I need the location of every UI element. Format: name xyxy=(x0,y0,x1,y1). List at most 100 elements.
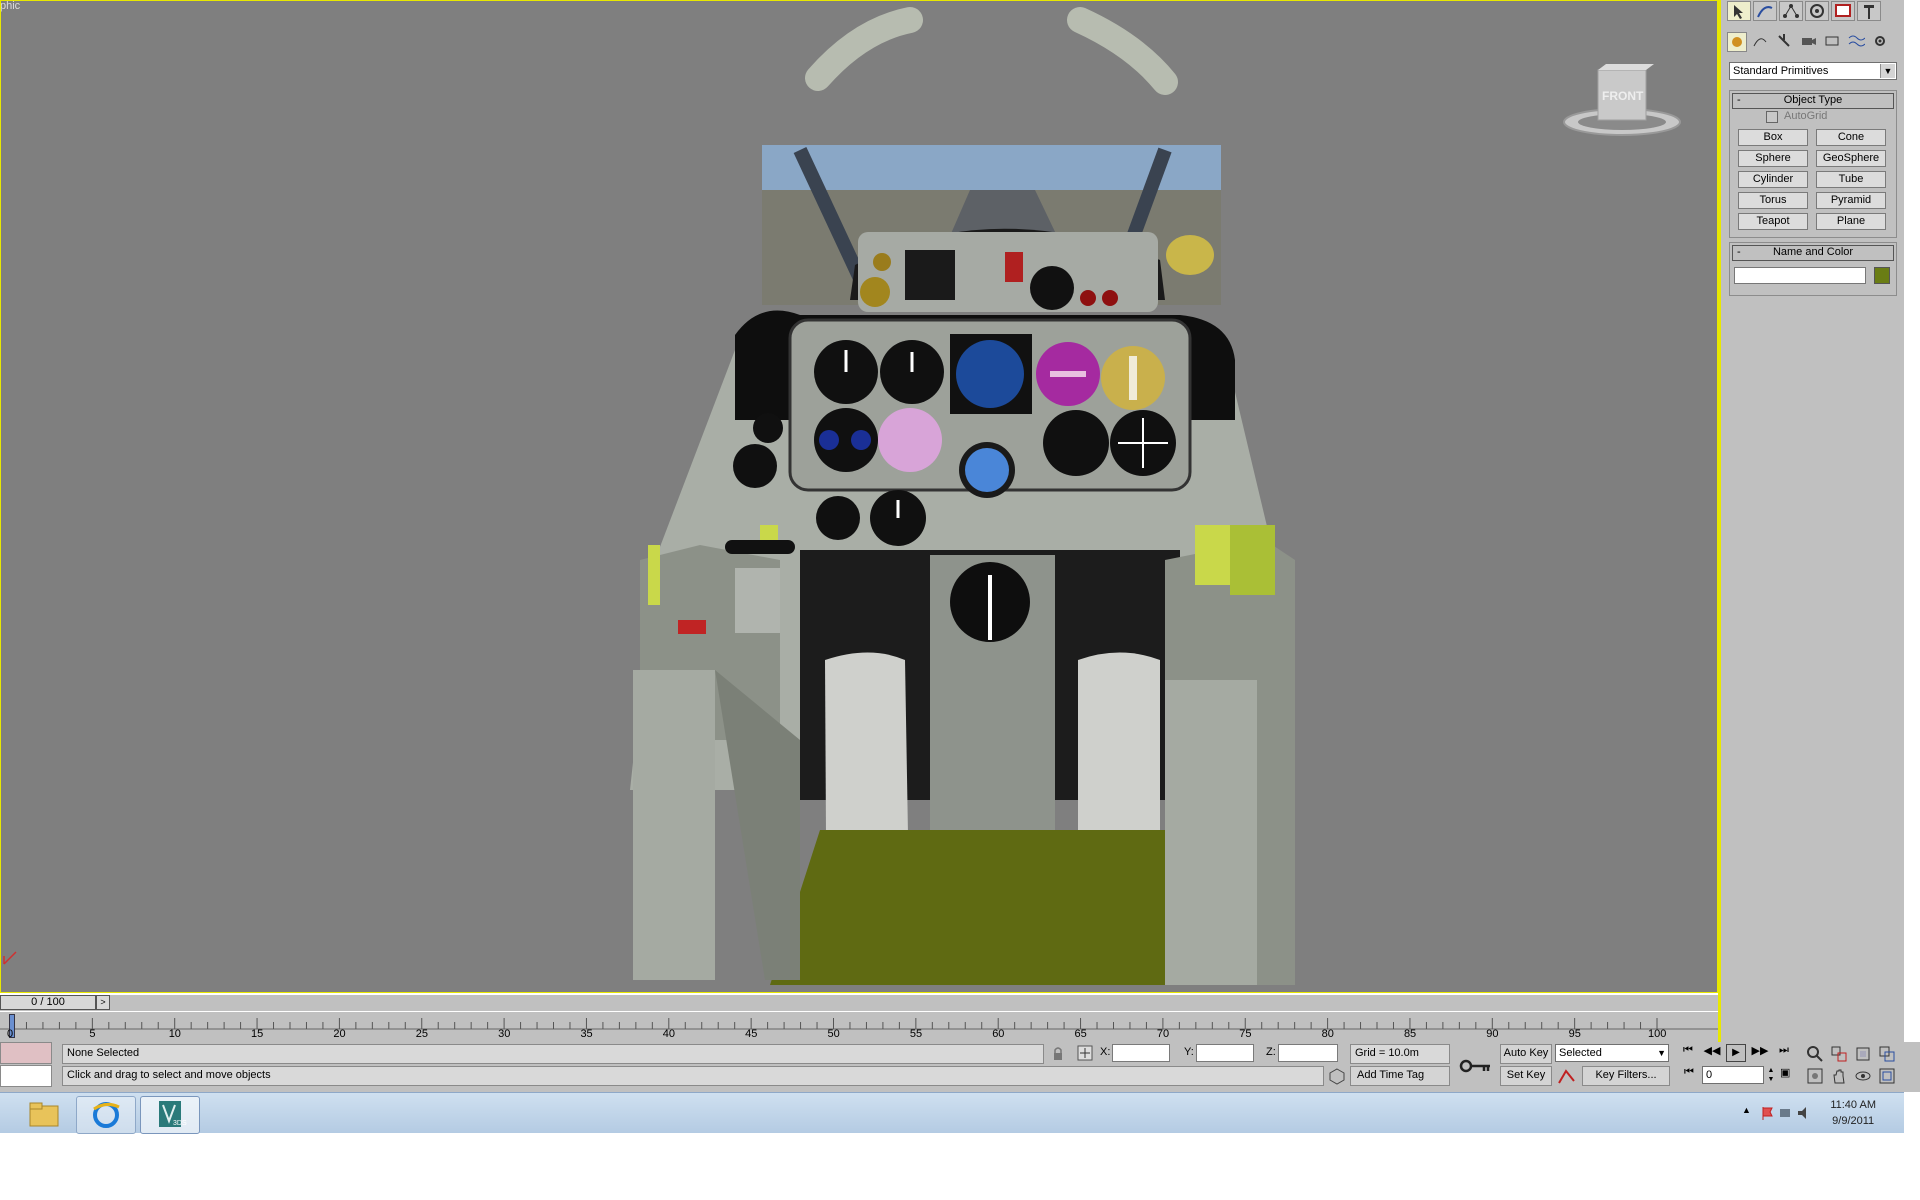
key-filters-button[interactable]: Key Filters... xyxy=(1582,1066,1670,1086)
clock-time: 11:40 AM xyxy=(1830,1099,1876,1111)
add-time-tag-button[interactable]: Add Time Tag xyxy=(1350,1066,1450,1086)
modify-curve-icon xyxy=(1757,6,1773,18)
key-selection-dropdown[interactable]: Selected ▼ xyxy=(1555,1044,1669,1062)
display-tab[interactable] xyxy=(1831,1,1855,21)
default-in-out-tangents-icon[interactable] xyxy=(1557,1067,1577,1085)
volume-speaker-icon[interactable] xyxy=(1796,1105,1812,1121)
name-and-color-rollout: - Name and Color xyxy=(1729,242,1897,296)
play-button[interactable]: ▶ xyxy=(1726,1044,1746,1062)
systems-gear-icon[interactable] xyxy=(1871,32,1891,52)
cameras-icon[interactable] xyxy=(1799,32,1819,52)
orbit-icon[interactable] xyxy=(1854,1067,1872,1085)
zoom-extents-all-icon[interactable] xyxy=(1878,1045,1896,1063)
autogrid-checkbox[interactable] xyxy=(1766,111,1778,123)
network-icon[interactable] xyxy=(1778,1105,1794,1121)
motion-icon xyxy=(1810,4,1824,18)
frame-tick-label: 95 xyxy=(1568,1028,1581,1040)
z-coordinate-label: Z: xyxy=(1266,1046,1276,1058)
primitive-category-value: Standard Primitives xyxy=(1733,65,1829,77)
create-tab[interactable] xyxy=(1727,1,1751,21)
create-subcategory-bar xyxy=(1727,30,1899,54)
object-type-title: Object Type xyxy=(1783,94,1843,106)
grid-size-display: Grid = 10.0m xyxy=(1350,1044,1450,1064)
taskbar-explorer-button[interactable] xyxy=(14,1096,72,1132)
next-frame-arrow-icon[interactable]: > xyxy=(96,995,110,1010)
lights-icon[interactable] xyxy=(1775,32,1795,52)
axis-tripod-icon xyxy=(3,951,17,965)
space-warps-icon[interactable] xyxy=(1847,32,1867,52)
object-type-rollout: - Object Type AutoGrid Box Cone Sphere G… xyxy=(1729,90,1897,238)
zoom-magnifier-icon[interactable] xyxy=(1806,1045,1824,1063)
hierarchy-tab[interactable] xyxy=(1779,1,1803,21)
show-hidden-icons-arrow-icon[interactable]: ▲ xyxy=(1742,1105,1751,1115)
maximize-viewport-icon[interactable] xyxy=(1878,1067,1896,1085)
frame-tick-label: 40 xyxy=(662,1028,676,1040)
current-frame-field[interactable]: 0 xyxy=(1702,1066,1764,1084)
sphere-button[interactable]: Sphere xyxy=(1738,150,1808,167)
helpers-icon[interactable] xyxy=(1823,32,1843,52)
taskbar-clock[interactable]: 11:40 AM 9/9/2011 xyxy=(1830,1097,1876,1129)
cone-button[interactable]: Cone xyxy=(1816,129,1886,146)
zoom-all-icon[interactable] xyxy=(1830,1045,1848,1063)
time-slider-track[interactable] xyxy=(0,995,1718,1011)
plane-button[interactable]: Plane xyxy=(1816,213,1886,230)
teapot-button[interactable]: Teapot xyxy=(1738,213,1808,230)
zoom-extents-icon[interactable] xyxy=(1854,1045,1872,1063)
motion-tab[interactable] xyxy=(1805,1,1829,21)
cursor-arrow-icon xyxy=(1734,5,1743,19)
time-tag-icon[interactable] xyxy=(1328,1067,1346,1085)
maxscript-listener-mini[interactable] xyxy=(0,1042,52,1064)
maxscript-input-mini[interactable] xyxy=(0,1065,52,1087)
box-button[interactable]: Box xyxy=(1738,129,1808,146)
3ds-max-app-icon xyxy=(159,1101,181,1127)
time-slider-thumb[interactable]: 0 / 100 xyxy=(0,995,96,1010)
name-and-color-rollout-header[interactable]: - Name and Color xyxy=(1732,245,1894,261)
key-mode-toggle-button[interactable]: ⏮ xyxy=(1680,1066,1698,1084)
geometry-sphere-icon[interactable] xyxy=(1727,32,1747,52)
y-coordinate-label: Y: xyxy=(1184,1046,1194,1058)
action-center-flag-icon[interactable] xyxy=(1760,1105,1776,1121)
frame-tick-label: 25 xyxy=(415,1028,428,1040)
object-type-rollout-header[interactable]: - Object Type xyxy=(1732,93,1894,109)
primitive-category-dropdown[interactable]: Standard Primitives ▼ xyxy=(1729,62,1897,80)
z-coordinate-field[interactable] xyxy=(1278,1044,1338,1062)
frame-tick-label: 90 xyxy=(1486,1028,1499,1040)
frame-tick-label: 15 xyxy=(251,1028,264,1040)
set-key-button[interactable]: Set Key xyxy=(1500,1066,1552,1086)
previous-frame-button[interactable]: ◀◀ xyxy=(1702,1044,1722,1062)
autogrid-label: AutoGrid xyxy=(1784,110,1828,122)
pyramid-button[interactable]: Pyramid xyxy=(1816,192,1886,209)
set-key-mode-key-icon[interactable] xyxy=(1458,1052,1494,1080)
go-to-start-button[interactable]: ⏮ xyxy=(1678,1044,1698,1062)
geosphere-button[interactable]: GeoSphere xyxy=(1816,150,1886,167)
x-coordinate-field[interactable] xyxy=(1112,1044,1170,1062)
field-of-view-icon[interactable] xyxy=(1806,1067,1824,1085)
object-name-input[interactable] xyxy=(1734,267,1866,284)
frame-tick-label: 30 xyxy=(498,1028,511,1040)
cylinder-button[interactable]: Cylinder xyxy=(1738,171,1808,188)
shapes-icon[interactable] xyxy=(1751,32,1771,52)
time-configuration-button[interactable]: ▣ xyxy=(1780,1066,1798,1084)
utilities-tab[interactable] xyxy=(1857,1,1881,21)
viewcube-front-label[interactable]: FRONT xyxy=(1602,89,1643,103)
torus-button[interactable]: Torus xyxy=(1738,192,1808,209)
y-coordinate-field[interactable] xyxy=(1196,1044,1254,1062)
collapse-minus-icon: - xyxy=(1737,246,1741,258)
frame-spinner[interactable]: ▲ ▼ xyxy=(1766,1066,1776,1084)
clock-date: 9/9/2011 xyxy=(1832,1115,1875,1127)
object-color-swatch[interactable] xyxy=(1874,267,1890,284)
pan-hand-icon[interactable] xyxy=(1830,1067,1848,1085)
absolute-mode-transform-icon[interactable] xyxy=(1076,1044,1094,1062)
modify-tab[interactable] xyxy=(1753,1,1777,21)
auto-key-button[interactable]: Auto Key xyxy=(1500,1044,1552,1064)
taskbar-ie-button[interactable] xyxy=(76,1096,136,1134)
taskbar-3dsmax-button[interactable]: 3DS xyxy=(140,1096,200,1134)
selection-lock-icon[interactable] xyxy=(1050,1045,1066,1063)
go-to-end-button[interactable]: ⏭ xyxy=(1774,1044,1794,1062)
front-viewport[interactable]: phic FRONT xyxy=(0,0,1718,993)
x-coordinate-label: X: xyxy=(1100,1046,1111,1058)
current-frame-value: 0 xyxy=(1706,1069,1713,1081)
next-frame-button[interactable]: ▶▶ xyxy=(1750,1044,1770,1062)
tube-button[interactable]: Tube xyxy=(1816,171,1886,188)
name-and-color-title: Name and Color xyxy=(1772,246,1854,258)
